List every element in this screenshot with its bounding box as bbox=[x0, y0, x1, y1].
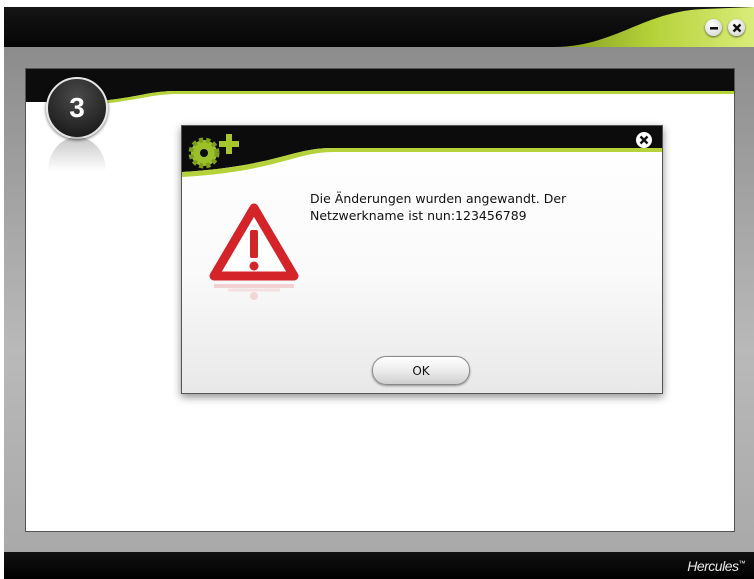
dialog-close-button[interactable] bbox=[636, 132, 652, 148]
minimize-icon bbox=[709, 26, 718, 30]
title-bar-swoosh bbox=[554, 7, 754, 47]
dialog-message: Die Änderungen wurden angewandt. Der Net… bbox=[310, 190, 640, 224]
brand-name: Hercules bbox=[687, 558, 739, 574]
trademark-symbol: ™ bbox=[738, 560, 746, 568]
step-number: 3 bbox=[69, 92, 85, 123]
close-icon bbox=[639, 135, 649, 145]
step-badge: 3 bbox=[46, 77, 108, 139]
title-bar[interactable] bbox=[4, 7, 754, 47]
stage-header-band bbox=[26, 69, 734, 105]
bottom-bar: Hercules™ bbox=[4, 552, 754, 579]
dialog-header bbox=[182, 126, 662, 177]
step-badge-reflection bbox=[48, 137, 106, 171]
warning-triangle-icon bbox=[209, 203, 299, 300]
message-line-2: Netzwerkname ist nun:123456789 bbox=[310, 208, 527, 223]
close-button[interactable] bbox=[728, 19, 745, 36]
message-line-1: Die Änderungen wurden angewandt. Der bbox=[310, 191, 567, 206]
brand-logo: Hercules™ bbox=[687, 558, 745, 574]
minimize-button[interactable] bbox=[705, 19, 722, 36]
ok-button[interactable]: OK bbox=[372, 356, 470, 385]
message-dialog: Die Änderungen wurden angewandt. Der Net… bbox=[181, 125, 663, 394]
close-icon bbox=[732, 23, 741, 32]
